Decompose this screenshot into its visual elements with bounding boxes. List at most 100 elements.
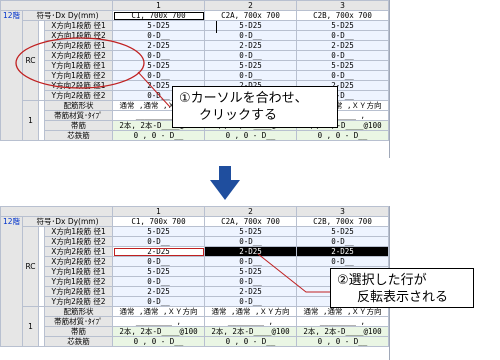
rebar-cell[interactable]: 0-D__ — [204, 276, 297, 287]
rebar-cell[interactable]: 0-D__ — [204, 70, 297, 81]
rebar-cell[interactable]: ________ , — [204, 316, 297, 327]
rebar-cell[interactable]: 0-D__ — [112, 30, 205, 41]
row-label[interactable]: Y方向2段筋 径1 — [44, 80, 113, 91]
row-number: 1 — [22, 306, 39, 347]
rebar-cell-selected[interactable]: 2-D25 — [204, 246, 297, 257]
rebar-cell[interactable]: ________ , — [112, 316, 205, 327]
column-header[interactable]: 1 — [112, 0, 205, 11]
rebar-cell[interactable]: 2-D25 — [112, 286, 205, 297]
callout-click-instruction: ①カーソルを合わせ、 クリックする — [172, 86, 338, 128]
row-label[interactable]: 帯筋 — [44, 120, 113, 131]
column-header[interactable]: 2 — [204, 0, 297, 11]
rebar-cell[interactable]: 2本, 2本-D____@100 — [296, 326, 389, 337]
row-label[interactable]: X方向2段筋 径1 — [44, 40, 113, 51]
grid-before-click: 1 2 3 12階 符号･Dx Dy(mm) C1, 700x 700 C2A,… — [0, 0, 390, 158]
rebar-cell[interactable]: 0-D__ — [204, 256, 297, 267]
section-label: RC — [22, 20, 39, 101]
row-label[interactable]: Y方向1段筋 径2 — [44, 276, 113, 287]
row-label[interactable]: 芯鉄筋 — [44, 130, 113, 141]
rebar-cell[interactable]: 5-D25 — [204, 266, 297, 277]
rebar-cell[interactable]: 0-D__ — [296, 30, 389, 41]
row-label[interactable]: X方向1段筋 径2 — [44, 30, 113, 41]
member-name-cell[interactable]: C2A, 700x 700 — [204, 10, 297, 21]
rebar-cell[interactable]: 0 , 0 - D__ — [112, 130, 205, 141]
rebar-cell[interactable]: 5-D25 — [296, 226, 389, 237]
rebar-cell-selected[interactable]: 2-D25 — [112, 246, 205, 257]
rebar-cell[interactable]: 通常 ,通常 ,ＸＹ方向 — [112, 306, 205, 317]
rebar-cell[interactable]: 0-D__ — [112, 70, 205, 81]
row-label[interactable]: X方向2段筋 径2 — [44, 50, 113, 61]
rebar-cell[interactable]: 通常 ,通常 ,ＸＹ方向 — [204, 306, 297, 317]
rebar-cell[interactable]: 2本, 2本-D____@100 — [204, 326, 297, 337]
rebar-cell[interactable]: 5-D25 — [204, 20, 297, 31]
rebar-cell[interactable]: 5-D25 — [296, 20, 389, 31]
member-name-cell[interactable]: C1, 700x 700 — [112, 10, 205, 21]
row-label[interactable]: 帯筋 — [44, 326, 113, 337]
rebar-cell[interactable]: 5-D25 — [296, 60, 389, 71]
member-name-cell[interactable]: C1, 700x 700 — [112, 216, 205, 227]
column-header[interactable]: 3 — [296, 206, 389, 217]
column-header[interactable]: 1 — [112, 206, 205, 217]
floor-label: 12階 — [0, 10, 23, 141]
member-name-cell[interactable]: C2B, 700x 700 — [296, 216, 389, 227]
member-name-cell[interactable]: C2A, 700x 700 — [204, 216, 297, 227]
row-label[interactable]: X方向1段筋 径1 — [44, 20, 113, 31]
row-label[interactable]: 芯鉄筋 — [44, 336, 113, 347]
rebar-cell[interactable]: 5-D25 — [112, 226, 205, 237]
column-header[interactable]: 2 — [204, 206, 297, 217]
callout-1-line1: ①カーソルを合わせ、 — [179, 91, 308, 106]
row-label[interactable]: Y方向2段筋 径2 — [44, 296, 113, 307]
row-label[interactable]: X方向2段筋 径2 — [44, 256, 113, 267]
row-label[interactable]: 配筋形状 — [44, 100, 113, 111]
member-name-cell[interactable]: C2B, 700x 700 — [296, 10, 389, 21]
row-label[interactable]: Y方向1段筋 径1 — [44, 266, 113, 277]
rebar-cell[interactable]: 0-D__ — [296, 50, 389, 61]
rebar-cell[interactable]: 通常 ,通常 ,ＸＹ方向 — [296, 306, 389, 317]
rebar-cell[interactable]: 0 , 0 - D__ — [296, 130, 389, 141]
rebar-cell[interactable]: 0-D__ — [296, 236, 389, 247]
rebar-cell[interactable]: 0-D__ — [204, 50, 297, 61]
rebar-cell[interactable]: 0-D__ — [112, 296, 205, 307]
rebar-cell[interactable]: 0 , 0 - D__ — [204, 336, 297, 347]
row-label[interactable]: 帯筋材質･ﾀｲﾌﾟ — [44, 110, 113, 121]
row-label[interactable]: 帯筋材質･ﾀｲﾌﾟ — [44, 316, 113, 327]
row-label[interactable]: 符号･Dx Dy(mm) — [22, 10, 113, 21]
row-label[interactable]: 配筋形状 — [44, 306, 113, 317]
rebar-cell[interactable]: 0-D__ — [112, 50, 205, 61]
rebar-cell[interactable]: 0 , 0 - D__ — [204, 130, 297, 141]
rebar-cell[interactable]: 5-D25 — [112, 266, 205, 277]
rebar-cell[interactable]: 0-D__ — [296, 256, 389, 267]
rebar-cell[interactable]: 5-D25 — [204, 226, 297, 237]
rebar-cell[interactable]: 2-D25 — [296, 40, 389, 51]
row-label[interactable]: Y方向1段筋 径2 — [44, 70, 113, 81]
row-label[interactable]: Y方向2段筋 径2 — [44, 90, 113, 101]
rebar-cell[interactable]: 0 , 0 - D__ — [112, 336, 205, 347]
rebar-cell[interactable]: ________ , — [296, 316, 389, 327]
rebar-cell[interactable]: 5-D25 — [204, 60, 297, 71]
rebar-cell[interactable]: 2本, 2本-D____@100 — [112, 326, 205, 337]
row-label[interactable]: X方向1段筋 径2 — [44, 236, 113, 247]
rebar-cell[interactable]: 2-D25 — [204, 40, 297, 51]
row-label[interactable]: Y方向1段筋 径1 — [44, 60, 113, 71]
callout-2-line2: 反転表示される — [357, 290, 449, 305]
rebar-cell[interactable]: 0-D__ — [296, 70, 389, 81]
rebar-cell[interactable]: 0-D__ — [204, 296, 297, 307]
rebar-cell[interactable]: 0-D__ — [112, 276, 205, 287]
rebar-cell-selected[interactable]: 2-D25 — [296, 246, 389, 257]
column-header[interactable]: 3 — [296, 0, 389, 11]
rebar-cell[interactable]: 5-D25 — [112, 60, 205, 71]
rebar-cell[interactable]: 0-D__ — [204, 30, 297, 41]
rebar-cell[interactable]: 0 , 0 - D__ — [296, 336, 389, 347]
rebar-cell[interactable]: 0-D__ — [112, 256, 205, 267]
rebar-cell[interactable]: 0-D__ — [204, 236, 297, 247]
row-label[interactable]: 符号･Dx Dy(mm) — [22, 216, 113, 227]
row-label[interactable]: X方向2段筋 径1 — [44, 246, 113, 257]
rebar-cell[interactable]: 5-D25 — [112, 20, 205, 31]
rebar-cell[interactable]: 0-D__ — [112, 236, 205, 247]
row-label[interactable]: Y方向2段筋 径1 — [44, 286, 113, 297]
row-label[interactable]: X方向1段筋 径1 — [44, 226, 113, 237]
rebar-cell[interactable]: 2-D25 — [204, 286, 297, 297]
selected-row[interactable]: X方向2段筋 径1 2-D25 2-D25 2-D25 — [1, 246, 389, 257]
text-cursor — [216, 21, 217, 33]
rebar-cell[interactable]: 2-D25 — [112, 40, 205, 51]
